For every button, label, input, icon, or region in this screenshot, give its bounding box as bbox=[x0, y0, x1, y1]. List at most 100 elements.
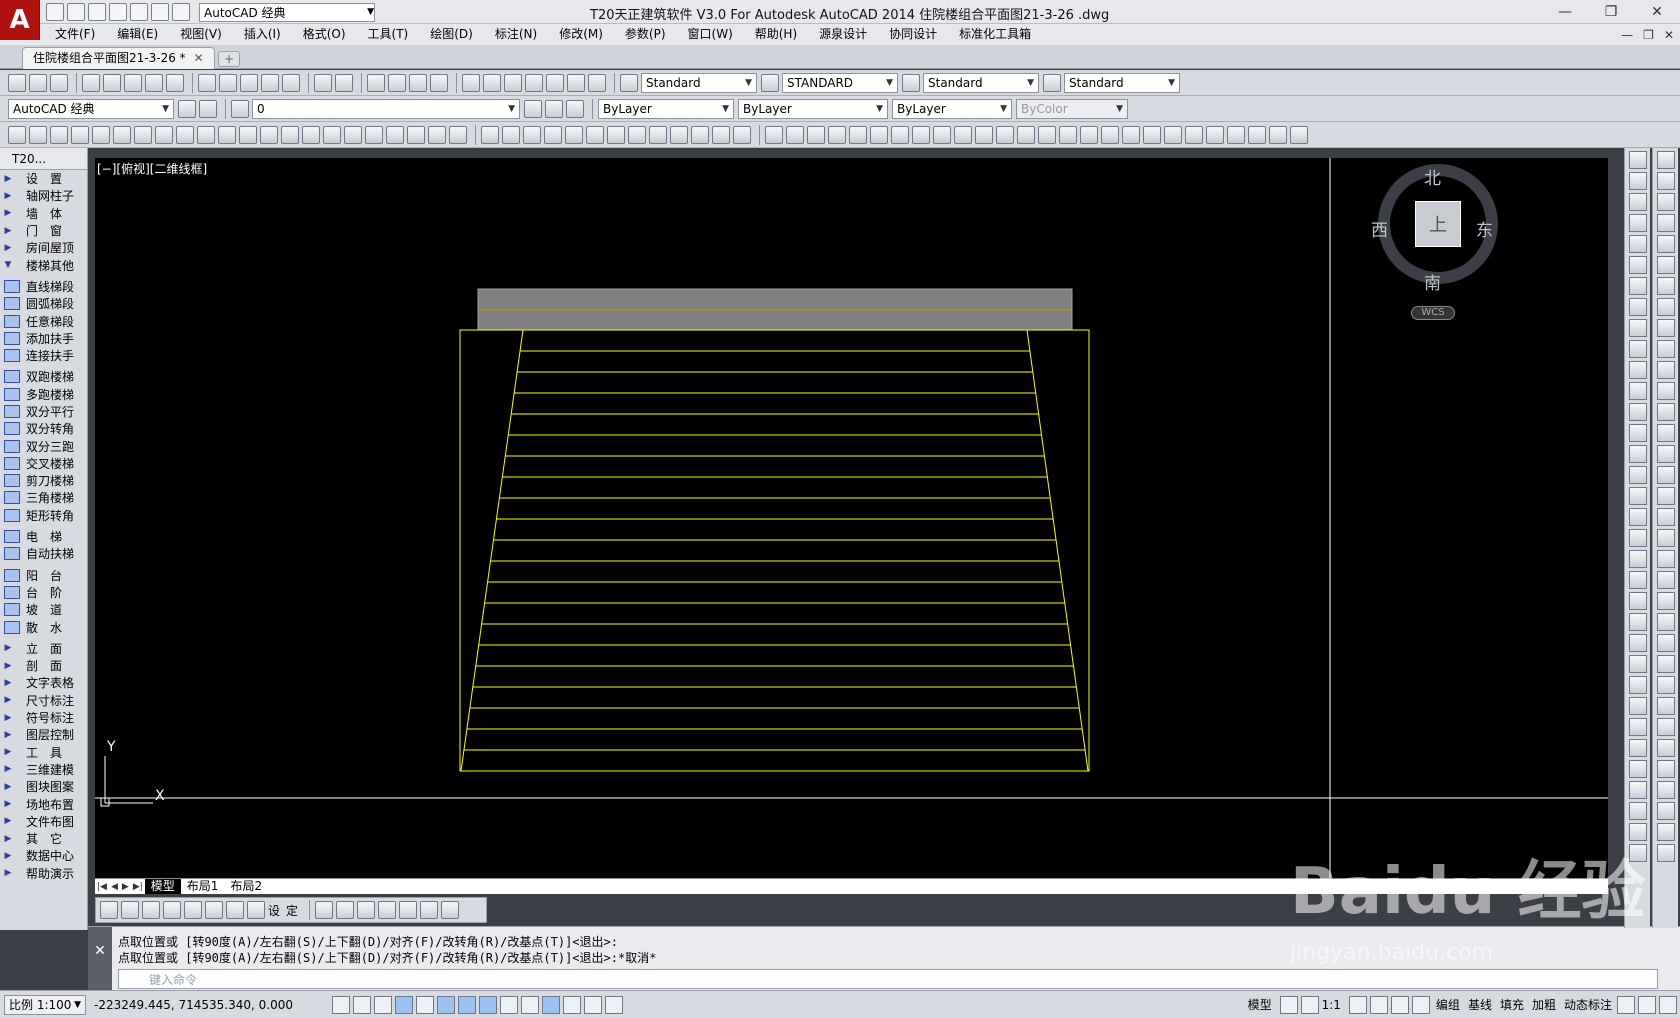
globe-icon[interactable] bbox=[166, 73, 184, 92]
copy-icon[interactable] bbox=[219, 73, 237, 92]
palette-category[interactable]: ▶ 门 窗 bbox=[0, 222, 87, 239]
auto-scale-icon[interactable] bbox=[1369, 995, 1388, 1014]
tool-icon[interactable] bbox=[807, 125, 825, 144]
palette-category[interactable]: ▶ 其 它 bbox=[0, 830, 87, 847]
tool-icon[interactable] bbox=[1628, 655, 1647, 673]
save-icon[interactable] bbox=[50, 73, 68, 92]
osnap-icon[interactable] bbox=[437, 995, 455, 1014]
palette-command[interactable]: 双分平行 bbox=[0, 403, 87, 420]
palette-category[interactable]: ▶ 图块图案 bbox=[0, 778, 87, 795]
tool-icon[interactable] bbox=[1628, 361, 1647, 379]
palette-category[interactable]: ▶ 场地布置 bbox=[0, 795, 87, 812]
tool-icon[interactable] bbox=[1656, 445, 1675, 463]
last-tab-button[interactable]: ▶| bbox=[133, 882, 143, 892]
tool-icon[interactable] bbox=[1656, 592, 1675, 610]
clean-screen-icon[interactable] bbox=[1659, 995, 1677, 1014]
color-select[interactable]: ByLayer ▼ bbox=[598, 98, 734, 119]
tool-icon[interactable] bbox=[1290, 125, 1308, 144]
tool-icon[interactable] bbox=[1628, 256, 1647, 274]
markup-icon[interactable] bbox=[546, 73, 564, 92]
tool-icon[interactable] bbox=[260, 125, 278, 144]
tool-icon[interactable] bbox=[1656, 844, 1675, 862]
tool-icon[interactable] bbox=[1628, 382, 1647, 400]
tool-icon[interactable] bbox=[420, 901, 439, 919]
palette-category[interactable]: ▼ 楼梯其他 bbox=[0, 256, 87, 273]
menu-edit[interactable]: 编辑(E) bbox=[106, 24, 169, 45]
tool-icon[interactable] bbox=[1656, 718, 1675, 736]
text-style-select[interactable]: Standard ▼ bbox=[641, 72, 757, 93]
tool-icon[interactable] bbox=[1080, 125, 1098, 144]
tool-icon[interactable] bbox=[1628, 613, 1647, 631]
command-input[interactable]: 键入命令 bbox=[118, 969, 1658, 989]
status-button-baseline[interactable]: 基线 bbox=[1465, 996, 1495, 1013]
menu-standard-tools[interactable]: 标准化工具箱 bbox=[948, 24, 1042, 45]
tool-icon[interactable] bbox=[1656, 298, 1675, 316]
undo-icon[interactable] bbox=[151, 3, 169, 21]
tool-icon[interactable] bbox=[1656, 235, 1675, 253]
quick-view-layouts-icon[interactable] bbox=[1279, 995, 1298, 1014]
lock-icon[interactable] bbox=[1411, 995, 1430, 1014]
status-button-bold[interactable]: 加粗 bbox=[1529, 996, 1559, 1013]
menu-window[interactable]: 窗口(W) bbox=[677, 24, 744, 45]
palette-command[interactable]: 双分三跑 bbox=[0, 437, 87, 454]
tool-icon[interactable] bbox=[176, 125, 194, 144]
tool-icon[interactable] bbox=[1628, 634, 1647, 652]
tool-icon[interactable] bbox=[1628, 235, 1647, 253]
menu-parametric[interactable]: 参数(P) bbox=[614, 24, 677, 45]
tool-icon[interactable] bbox=[315, 901, 334, 919]
doc-minimize-button[interactable]: — bbox=[1621, 28, 1633, 42]
next-tab-button[interactable]: ▶ bbox=[122, 882, 129, 892]
save-as-icon[interactable] bbox=[109, 3, 127, 21]
tool-icon[interactable] bbox=[1628, 172, 1647, 190]
close-button[interactable]: ✕ bbox=[1634, 0, 1680, 24]
workspace-settings-icon[interactable] bbox=[178, 99, 196, 118]
zoom-realtime-icon[interactable] bbox=[388, 73, 406, 92]
tool-icon[interactable] bbox=[1628, 445, 1647, 463]
tool-icon[interactable] bbox=[1017, 125, 1035, 144]
tool-icon[interactable] bbox=[1101, 125, 1119, 144]
palette-category[interactable]: ▶ 墙 体 bbox=[0, 205, 87, 222]
compass-east[interactable]: 东 bbox=[1476, 216, 1493, 241]
qnew-icon[interactable] bbox=[8, 73, 26, 92]
tool-icon[interactable] bbox=[1656, 634, 1675, 652]
tool-icon[interactable] bbox=[670, 125, 688, 144]
make-current-icon[interactable] bbox=[524, 99, 542, 118]
scale-select[interactable]: 比例 1:100 ▼ bbox=[4, 994, 86, 1015]
tool-icon[interactable] bbox=[1628, 718, 1647, 736]
palette-category[interactable]: ▶ 立 面 bbox=[0, 640, 87, 657]
print-icon[interactable] bbox=[130, 3, 148, 21]
tool-icon[interactable] bbox=[712, 125, 730, 144]
palette-command[interactable]: 直线梯段 bbox=[0, 278, 87, 295]
paste-icon[interactable] bbox=[240, 73, 258, 92]
tool-icon[interactable] bbox=[226, 901, 244, 919]
tool-icon[interactable] bbox=[1656, 571, 1675, 589]
tool-icon[interactable] bbox=[1628, 319, 1647, 337]
tool-icon[interactable] bbox=[1628, 760, 1647, 778]
tool-icon[interactable] bbox=[1248, 125, 1266, 144]
palette-category[interactable]: ▶ 剖 面 bbox=[0, 657, 87, 674]
status-button-dynamic-dim[interactable]: 动态标注 bbox=[1561, 996, 1615, 1013]
menu-dimension[interactable]: 标注(N) bbox=[484, 24, 548, 45]
palette-category[interactable]: ▶ 图层控制 bbox=[0, 726, 87, 743]
tool-icon[interactable] bbox=[1656, 823, 1675, 841]
menu-view[interactable]: 视图(V) bbox=[169, 24, 233, 45]
restore-button[interactable]: ❐ bbox=[1588, 0, 1634, 24]
menu-yuanquan[interactable]: 源泉设计 bbox=[808, 24, 878, 45]
tool-icon[interactable] bbox=[71, 125, 89, 144]
palette-command[interactable]: 矩形转角 bbox=[0, 507, 87, 524]
text-style-icon[interactable] bbox=[620, 73, 638, 92]
dim-style-select[interactable]: STANDARD ▼ bbox=[782, 72, 898, 93]
quick-view-drawings-icon[interactable] bbox=[1300, 995, 1319, 1014]
tool-icon[interactable] bbox=[1656, 781, 1675, 799]
tool-icon[interactable] bbox=[365, 125, 383, 144]
menu-collab[interactable]: 协同设计 bbox=[878, 24, 948, 45]
palette-category[interactable]: ▶ 工 具 bbox=[0, 744, 87, 761]
command-window-close-icon[interactable]: ✕ bbox=[88, 927, 112, 991]
tool-icon[interactable] bbox=[399, 901, 418, 919]
table-style-icon[interactable] bbox=[902, 73, 920, 92]
cut-icon[interactable] bbox=[198, 73, 216, 92]
grid-icon[interactable] bbox=[374, 995, 392, 1014]
tool-icon[interactable] bbox=[1656, 760, 1675, 778]
polar-icon[interactable] bbox=[416, 995, 434, 1014]
workspace-combo[interactable]: AutoCAD 经典 ▼ bbox=[8, 98, 174, 119]
